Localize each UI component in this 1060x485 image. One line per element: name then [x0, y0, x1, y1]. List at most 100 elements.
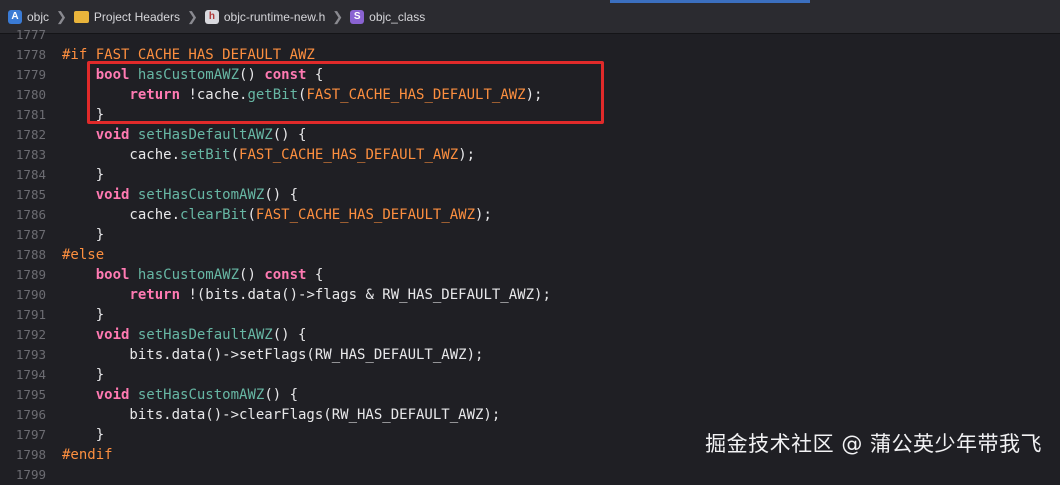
code-text: }: [62, 365, 104, 385]
code-token: () {: [272, 127, 307, 143]
code-text: cache.clearBit(FAST_CACHE_HAS_DEFAULT_AW…: [62, 205, 492, 225]
code-token: const: [264, 267, 307, 283]
code-token: void: [95, 327, 130, 343]
line-number: 1786: [15, 207, 46, 222]
code-text: }: [62, 305, 104, 325]
code-line[interactable]: 1789 bool hasCustomAWZ() const {: [0, 265, 1060, 285]
code-text: void setHasDefaultAWZ() {: [62, 325, 307, 345]
breadcrumb-label: objc_class: [369, 9, 426, 24]
code-line[interactable]: 1777: [0, 25, 1060, 45]
line-number: 1783: [15, 147, 46, 162]
code-text: bits.data()->clearFlags(RW_HAS_DEFAULT_A…: [62, 405, 500, 425]
code-text: cache.setBit(FAST_CACHE_HAS_DEFAULT_AWZ)…: [62, 145, 475, 165]
header-file-icon: h: [204, 9, 219, 24]
code-line[interactable]: 1785 void setHasCustomAWZ() {: [0, 185, 1060, 205]
code-token: cache.: [62, 207, 181, 223]
line-number: 1792: [15, 327, 46, 342]
code-line[interactable]: 1784 }: [0, 165, 1060, 185]
code-line[interactable]: 1779 bool hasCustomAWZ() const {: [0, 65, 1060, 85]
code-line[interactable]: 1790 return !(bits.data()->flags & RW_HA…: [0, 285, 1060, 305]
code-token: FAST_CACHE_HAS_DEFAULT_AWZ: [95, 47, 315, 63]
code-line[interactable]: 1787 }: [0, 225, 1060, 245]
code-line[interactable]: 1782 void setHasDefaultAWZ() {: [0, 125, 1060, 145]
chevron-right-icon: ❯: [56, 8, 67, 24]
line-number: 1782: [15, 127, 46, 142]
code-line[interactable]: 1781 }: [0, 105, 1060, 125]
code-line[interactable]: 1794 }: [0, 365, 1060, 385]
code-line[interactable]: 1799: [0, 465, 1060, 485]
code-token: setHasCustomAWZ: [137, 387, 265, 403]
breadcrumb-label: objc-runtime-new.h: [223, 9, 326, 24]
code-token: getBit: [247, 87, 299, 103]
code-line[interactable]: 1795 void setHasCustomAWZ() {: [0, 385, 1060, 405]
code-line[interactable]: 1796 bits.data()->clearFlags(RW_HAS_DEFA…: [0, 405, 1060, 425]
folder-icon: [73, 10, 89, 23]
code-token: clearBit: [180, 207, 248, 223]
code-text: #endif: [62, 445, 113, 465]
xcode-project-icon: A: [8, 9, 22, 24]
line-number: 1781: [15, 107, 46, 122]
code-line[interactable]: 1792 void setHasDefaultAWZ() {: [0, 325, 1060, 345]
line-number: 1798: [15, 447, 46, 462]
code-token: setHasDefaultAWZ: [137, 127, 273, 143]
code-line[interactable]: 1788 #else: [0, 245, 1060, 265]
line-number: 1777: [15, 27, 46, 42]
code-token: }: [62, 167, 105, 183]
code-token: );: [458, 147, 476, 163]
code-token: setHasCustomAWZ: [137, 187, 265, 203]
line-number: 1793: [15, 347, 46, 362]
code-text: }: [62, 105, 104, 125]
code-line[interactable]: 1780 return !cache.getBit(FAST_CACHE_HAS…: [0, 85, 1060, 105]
code-token: FAST_CACHE_HAS_DEFAULT_AWZ: [306, 87, 526, 103]
code-token: }: [62, 427, 105, 443]
code-token: bits.data()->setFlags(RW_HAS_DEFAULT_AWZ…: [62, 347, 484, 363]
code-token: #if: [62, 47, 96, 63]
code-line[interactable]: 1791 }: [0, 305, 1060, 325]
code-token: setHasDefaultAWZ: [137, 327, 273, 343]
code-line[interactable]: 1793 bits.data()->setFlags(RW_HAS_DEFAUL…: [0, 345, 1060, 365]
line-number: 1787: [15, 227, 46, 242]
code-token: (: [230, 147, 240, 163]
line-number: 1779: [15, 67, 46, 82]
code-line[interactable]: 1783 cache.setBit(FAST_CACHE_HAS_DEFAULT…: [0, 145, 1060, 165]
code-token: }: [62, 107, 105, 123]
code-token: !cache.: [180, 87, 248, 103]
line-number: 1780: [15, 87, 46, 102]
code-token: hasCustomAWZ: [137, 267, 240, 283]
chevron-right-icon: ❯: [186, 8, 198, 24]
code-token: bool: [95, 267, 130, 283]
code-token: () {: [272, 327, 307, 343]
code-line[interactable]: 1786 cache.clearBit(FAST_CACHE_HAS_DEFAU…: [0, 205, 1060, 225]
watermark: 掘金技术社区 @ 蒲公英少年带我飞: [705, 432, 1042, 456]
code-token: return: [129, 287, 181, 303]
code-token: return: [129, 87, 181, 103]
line-number: 1778: [15, 47, 46, 62]
code-token: const: [264, 67, 307, 83]
code-text: bool hasCustomAWZ() const {: [62, 265, 324, 285]
code-text: }: [62, 425, 104, 445]
breadcrumb-label: objc: [27, 9, 50, 24]
code-text: #if FAST_CACHE_HAS_DEFAULT_AWZ: [62, 45, 315, 65]
code-token: bool: [95, 67, 130, 83]
code-token: FAST_CACHE_HAS_DEFAULT_AWZ: [255, 207, 476, 223]
code-token: cache.: [62, 147, 181, 163]
code-text: return !(bits.data()->flags & RW_HAS_DEF…: [62, 285, 550, 305]
line-number: 1794: [15, 367, 46, 382]
code-token: FAST_CACHE_HAS_DEFAULT_AWZ: [239, 147, 459, 163]
line-number: 1788: [15, 247, 46, 262]
code-token: (): [239, 267, 265, 283]
code-editor[interactable]: 1777 1778 #if FAST_CACHE_HAS_DEFAULT_AWZ 17…: [0, 27, 1060, 482]
code-token: );: [475, 207, 492, 223]
code-token: }: [62, 227, 105, 243]
line-number: 1799: [15, 467, 46, 482]
code-token: (: [247, 207, 256, 223]
struct-icon: S: [350, 9, 365, 24]
code-line[interactable]: 1778 #if FAST_CACHE_HAS_DEFAULT_AWZ: [0, 45, 1060, 65]
